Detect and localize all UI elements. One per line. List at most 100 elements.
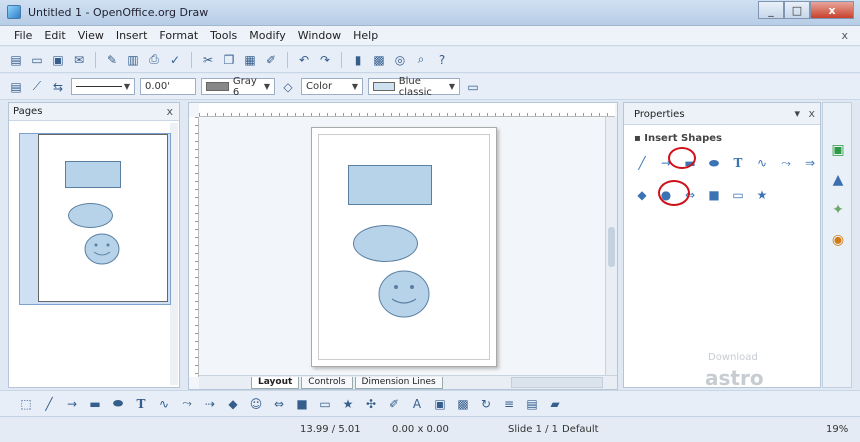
basic-shapes-icon[interactable]: ◆ — [225, 396, 241, 412]
ellipse-tool-icon[interactable]: ⬬ — [110, 396, 126, 412]
cut-icon[interactable]: ✂ — [200, 52, 216, 68]
glue-points-icon[interactable]: ✐ — [386, 396, 402, 412]
extrusion-icon[interactable]: ▰ — [547, 396, 563, 412]
arrow-style-icon[interactable]: ⇆ — [50, 79, 66, 95]
insert-shapes-heading[interactable]: ▪ Insert Shapes — [634, 133, 722, 144]
lines-arrows-icon[interactable]: ⇢ — [202, 396, 218, 412]
connector-tool-icon[interactable]: ⤳ — [179, 396, 195, 412]
from-file-icon[interactable]: ▣ — [432, 396, 448, 412]
navigator-deck-icon[interactable]: ◉ — [829, 231, 847, 249]
gallery-icon[interactable]: ▩ — [455, 396, 471, 412]
rotation-input[interactable]: 0.00' — [140, 78, 196, 95]
arrow-tool-icon[interactable]: ⇒ — [802, 155, 818, 171]
pages-scrollbar[interactable] — [170, 123, 178, 385]
redo-icon[interactable]: ↷ — [317, 52, 333, 68]
sidebar-deck: ▣ ▲ ✦ ◉ — [822, 102, 852, 388]
menu-window[interactable]: Window — [292, 29, 347, 42]
menu-tools[interactable]: Tools — [204, 29, 243, 42]
drawing-canvas[interactable]: Layout Controls Dimension Lines — [188, 102, 618, 390]
properties-deck-icon[interactable]: ▣ — [829, 141, 847, 159]
maximize-button[interactable]: □ — [784, 1, 810, 19]
flowchart-icon[interactable]: ■ — [706, 187, 722, 203]
zoom-icon[interactable]: ⌕ — [413, 52, 429, 68]
new-icon[interactable]: ▤ — [8, 52, 24, 68]
ellipse-shape[interactable] — [353, 225, 418, 262]
copy-icon[interactable]: ❐ — [221, 52, 237, 68]
curve-tool-icon[interactable]: ∿ — [156, 396, 172, 412]
line-tool-icon[interactable]: ╱ — [634, 155, 650, 171]
callouts-icon[interactable]: ▭ — [317, 396, 333, 412]
menu-file[interactable]: File — [8, 29, 38, 42]
rectangle-tool-icon[interactable]: ▬ — [87, 396, 103, 412]
open-icon[interactable]: ▭ — [29, 52, 45, 68]
menu-help[interactable]: Help — [347, 29, 384, 42]
help-icon[interactable]: ? — [434, 52, 450, 68]
curve-tool-icon[interactable]: ∿ — [754, 155, 770, 171]
panel-menu-icon[interactable]: ▾ — [794, 107, 800, 120]
page-thumbnail[interactable] — [38, 134, 168, 302]
menu-view[interactable]: View — [72, 29, 110, 42]
print-icon[interactable]: ⎙ — [146, 52, 162, 68]
ellipse-tool-icon[interactable]: ⬬ — [706, 155, 722, 171]
rotate-icon[interactable]: ↻ — [478, 396, 494, 412]
rectangle-shape[interactable] — [348, 165, 432, 205]
close-icon[interactable]: x — [808, 107, 815, 120]
gallery-icon[interactable]: ▩ — [371, 52, 387, 68]
menu-modify[interactable]: Modify — [243, 29, 291, 42]
styles-icon[interactable]: ▤ — [8, 79, 24, 95]
flowchart-icon[interactable]: ■ — [294, 396, 310, 412]
area-icon[interactable]: ◇ — [280, 79, 296, 95]
close-icon[interactable]: x — [166, 105, 173, 118]
export-pdf-icon[interactable]: ▥ — [125, 52, 141, 68]
vertical-scrollbar[interactable] — [605, 117, 617, 377]
symbol-shapes-icon[interactable]: ☺ — [248, 396, 264, 412]
text-tool-icon[interactable]: T — [133, 396, 149, 412]
arrange-icon[interactable]: ▤ — [524, 396, 540, 412]
gallery-deck-icon[interactable]: ✦ — [829, 201, 847, 219]
navigator-icon[interactable]: ◎ — [392, 52, 408, 68]
save-icon[interactable]: ▣ — [50, 52, 66, 68]
line-color-select[interactable]: Gray 6 ▼ — [201, 76, 275, 98]
fill-type-select[interactable]: Color ▼ — [301, 78, 363, 95]
connector-tool-icon[interactable]: ⤳ — [778, 155, 794, 171]
block-arrows-icon[interactable]: ⇔ — [271, 396, 287, 412]
toolbar-separator — [191, 51, 192, 68]
fill-color-select[interactable]: Blue classic ▼ — [368, 76, 460, 98]
line-tool-icon[interactable]: ╱ — [41, 396, 57, 412]
menu-edit[interactable]: Edit — [38, 29, 71, 42]
tab-dimension-lines[interactable]: Dimension Lines — [354, 376, 443, 389]
edit-file-icon[interactable]: ✎ — [104, 52, 120, 68]
text-tool-icon[interactable]: T — [730, 155, 746, 171]
callouts-icon[interactable]: ▭ — [730, 187, 746, 203]
stars-icon[interactable]: ★ — [340, 396, 356, 412]
smiley-shape[interactable] — [376, 269, 432, 319]
align-icon[interactable]: ≡ — [501, 396, 517, 412]
email-icon[interactable]: ✉ — [71, 52, 87, 68]
spellcheck-icon[interactable]: ✓ — [167, 52, 183, 68]
menu-format[interactable]: Format — [153, 29, 204, 42]
undo-icon[interactable]: ↶ — [296, 52, 312, 68]
minimize-button[interactable]: _ — [758, 1, 784, 19]
tab-layout[interactable]: Layout — [251, 376, 300, 389]
scrollbar-thumb[interactable] — [608, 227, 615, 267]
clone-formatting-icon[interactable]: ✐ — [263, 52, 279, 68]
document-close-icon[interactable]: x — [841, 29, 848, 42]
arrow-line-icon[interactable]: → — [64, 396, 80, 412]
shadow-icon[interactable]: ▭ — [465, 79, 481, 95]
chart-icon[interactable]: ▮ — [350, 52, 366, 68]
paste-icon[interactable]: ▦ — [242, 52, 258, 68]
stars-icon[interactable]: ★ — [754, 187, 770, 203]
close-button[interactable]: x — [810, 1, 854, 19]
line-icon[interactable]: ⟋ — [29, 79, 45, 95]
horizontal-scrollbar[interactable] — [511, 377, 603, 388]
select-icon[interactable]: ⬚ — [18, 396, 34, 412]
basic-shapes-icon[interactable]: ◆ — [634, 187, 650, 203]
zoom-level[interactable]: 19% — [826, 424, 848, 435]
menu-insert[interactable]: Insert — [110, 29, 154, 42]
page-sheet[interactable] — [311, 127, 497, 367]
styles-deck-icon[interactable]: ▲ — [829, 171, 847, 189]
line-style-select[interactable]: ▼ — [71, 78, 135, 95]
fontwork-icon[interactable]: A — [409, 396, 425, 412]
points-icon[interactable]: ✣ — [363, 396, 379, 412]
tab-controls[interactable]: Controls — [301, 376, 353, 389]
